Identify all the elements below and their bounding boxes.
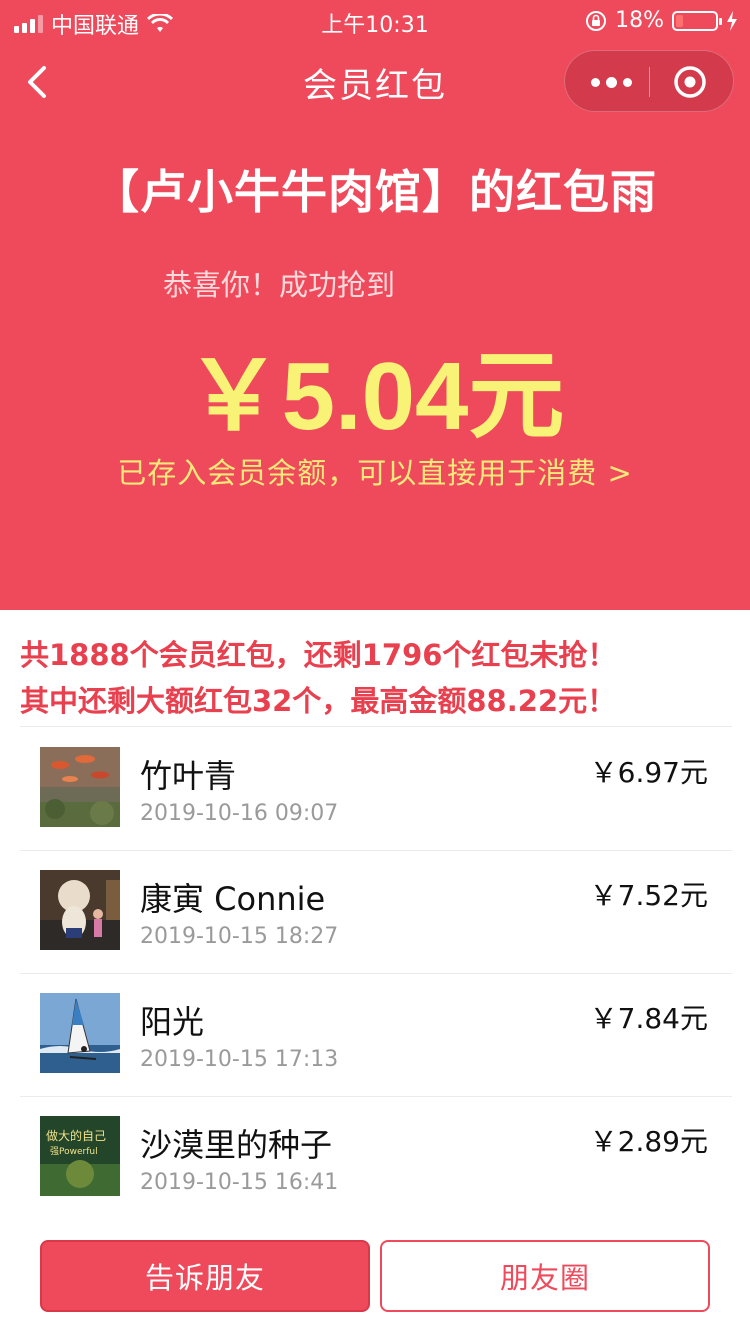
balance-link[interactable]: 已存入会员余额，可以直接用于消费 > — [0, 450, 750, 492]
green-poster-avatar: 做大的自己 强Powerful — [40, 1116, 120, 1196]
miniprogram-capsule — [564, 50, 734, 112]
amount-unit: 元 — [468, 343, 565, 450]
svg-text:强Powerful: 强Powerful — [50, 1146, 98, 1157]
won-amount: ￥5.04元 — [0, 318, 750, 457]
shop-title: 【卢小牛牛肉馆】的红包雨 — [93, 165, 657, 219]
summary-line-1: 共1888个会员红包，还剩1796个红包未抢！ — [20, 638, 617, 672]
record-name: 康寅 Connie — [140, 880, 326, 918]
orientation-lock-icon — [586, 10, 607, 31]
record-name: 沙漠里的种子 — [140, 1126, 333, 1164]
record-time: 2019-10-15 16:41 — [140, 1170, 339, 1195]
record-row[interactable]: 康寅 Connie 2019-10-15 18:27 ￥7.52元 — [20, 850, 732, 973]
record-amount: ￥7.52元 — [589, 879, 708, 912]
more-dots-icon[interactable] — [583, 65, 639, 99]
battery-icon — [672, 10, 722, 31]
moments-share-button[interactable]: 朋友圈 — [380, 1240, 710, 1312]
record-row[interactable]: 竹叶青 2019-10-16 09:07 ￥6.97元 — [20, 727, 732, 850]
packet-summary: 共1888个会员红包，还剩1796个红包未抢！ 其中还剩大额红包32个，最高金额… — [20, 632, 616, 724]
charging-bolt-icon — [727, 10, 737, 31]
amount-value: ￥5.04 — [185, 343, 469, 450]
record-amount: ￥7.84元 — [589, 1002, 708, 1035]
record-row[interactable]: 做大的自己 强Powerful 沙漠里的种子 2019-10-15 16:41 … — [20, 1096, 732, 1219]
record-time: 2019-10-16 09:07 — [140, 801, 339, 826]
battery-percent: 18% — [615, 8, 664, 33]
congrats-text: 恭喜你！成功抢到 — [163, 268, 396, 302]
close-target-icon[interactable] — [673, 65, 707, 99]
red-packet-hero: 中国联通 上午10:31 18% 会员红包 【卢小牛牛肉馆】的红包雨 恭喜你！成… — [0, 0, 750, 610]
navigation-bar: 会员红包 — [0, 42, 750, 122]
record-time: 2019-10-15 18:27 — [140, 924, 339, 949]
summary-line-2: 其中还剩大额红包32个，最高金额88.22元！ — [20, 684, 617, 718]
svg-text:做大的自己: 做大的自己 — [46, 1128, 106, 1143]
record-amount: ￥2.89元 — [589, 1125, 708, 1158]
record-name: 竹叶青 — [140, 757, 237, 795]
tell-friends-button[interactable]: 告诉朋友 — [40, 1240, 370, 1312]
status-bar: 中国联通 上午10:31 18% — [0, 0, 750, 42]
record-amount: ￥6.97元 — [589, 756, 708, 789]
record-row[interactable]: 阳光 2019-10-15 17:13 ￥7.84元 — [20, 973, 732, 1096]
capsule-divider — [649, 67, 650, 97]
status-right: 18% — [585, 8, 738, 33]
record-time: 2019-10-15 17:13 — [140, 1047, 339, 1072]
koi-fish-avatar — [40, 747, 120, 827]
record-name: 阳光 — [140, 1003, 205, 1041]
mascot-photo-avatar — [40, 870, 120, 950]
windsurf-avatar — [40, 993, 120, 1073]
